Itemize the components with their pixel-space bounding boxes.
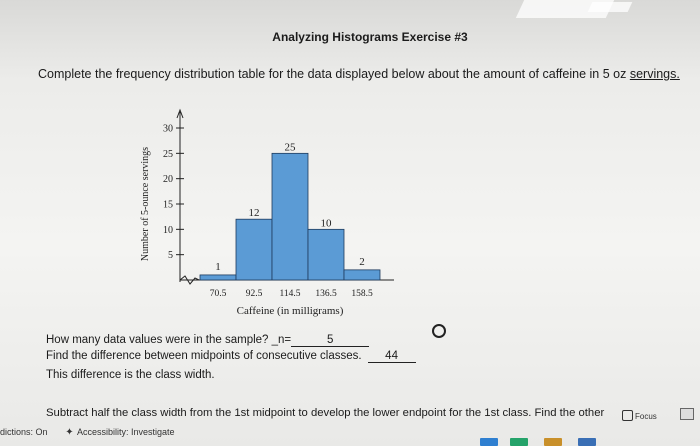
x-axis-label: Caffeine (in milligrams) xyxy=(237,305,344,317)
y-tick-label: 10 xyxy=(163,225,173,236)
y-tick-label: 15 xyxy=(163,200,173,211)
x-tick-label: 70.5 xyxy=(210,289,227,299)
taskbar-app-icon[interactable] xyxy=(578,438,596,446)
accessibility-status[interactable]: ✦ Accessibility: Investigate xyxy=(64,427,174,438)
instruction-text: Complete the frequency distribution tabl… xyxy=(38,67,680,81)
y-tick-label: 25 xyxy=(163,149,173,160)
class-width-note: This difference is the class width. xyxy=(46,369,215,381)
bar-data-label: 1 xyxy=(215,261,221,273)
x-tick-label: 114.5 xyxy=(279,289,300,299)
view-layout-icon[interactable] xyxy=(680,408,694,420)
question-sample-size: How many data values were in the sample?… xyxy=(46,334,370,347)
histogram-bar xyxy=(271,152,309,281)
question-lower-endpoint: Subtract half the class width from the 1… xyxy=(46,407,605,419)
x-tick-label: 136.5 xyxy=(315,289,337,299)
page-title: Analyzing Histograms Exercise #3 xyxy=(272,30,468,44)
y-tick-label: 5 xyxy=(168,250,173,261)
bar-data-label: 25 xyxy=(285,141,297,153)
dictations-status[interactable]: dictions: On xyxy=(0,427,48,437)
histogram-bar xyxy=(199,274,237,281)
taskbar-app-icon[interactable] xyxy=(510,438,528,446)
histogram-bar xyxy=(343,269,381,281)
question-midpoint-difference: Find the difference between midpoints of… xyxy=(46,350,416,363)
y-tick-label: 30 xyxy=(163,124,173,135)
focus-button[interactable]: Focus xyxy=(622,410,657,421)
y-tick-label: 20 xyxy=(163,174,173,185)
midpoint-difference-answer[interactable]: 44 xyxy=(367,350,416,363)
taskbar-app-icon[interactable] xyxy=(480,438,498,446)
x-tick-label: 92.5 xyxy=(246,289,263,299)
taskbar-app-icon[interactable] xyxy=(544,438,562,446)
circle-icon xyxy=(432,324,446,338)
y-axis-label: Number of 5-ounce servings xyxy=(140,147,151,261)
focus-icon xyxy=(622,410,633,421)
screen-glare xyxy=(587,2,633,12)
bar-data-label: 12 xyxy=(249,207,260,219)
histogram-chart: 5 10 15 20 25 30 1 70.5 12 92.5 25 114.5 10 136.5 2 158… xyxy=(140,108,394,317)
histogram-bar xyxy=(307,228,345,281)
accessibility-icon: ✦ xyxy=(65,427,74,438)
bar-data-label: 2 xyxy=(359,256,365,268)
sample-size-answer[interactable]: 5 xyxy=(291,334,370,347)
servings-link: servings. xyxy=(629,67,680,81)
bar-data-label: 10 xyxy=(321,217,333,229)
histogram-bar xyxy=(235,218,273,281)
x-tick-label: 158.5 xyxy=(351,289,373,299)
